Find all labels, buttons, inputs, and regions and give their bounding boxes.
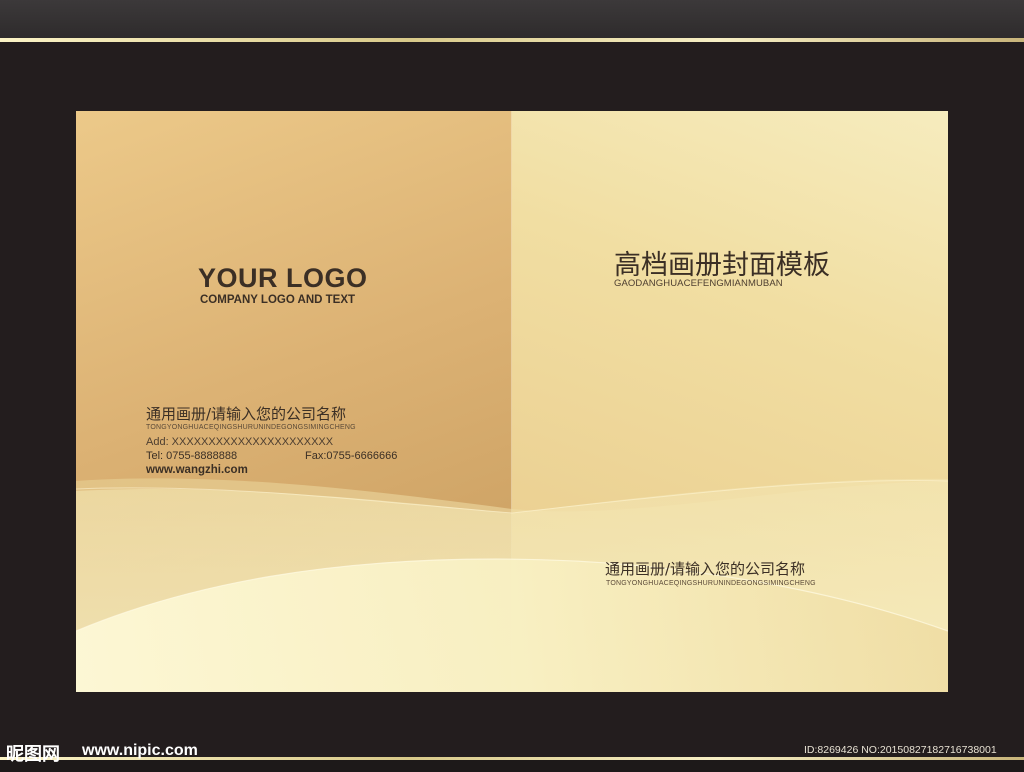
front-company-name: 通用画册/请输入您的公司名称 — [605, 560, 806, 578]
tel-text: Tel: 0755-8888888 — [146, 450, 238, 462]
wave-decoration — [76, 478, 948, 692]
gold-border-top — [0, 38, 1024, 42]
logo-subtitle: COMPANY LOGO AND TEXT — [200, 294, 356, 306]
watermark-site-url: www.nipic.com — [82, 742, 198, 759]
back-company-name: 通用画册/请输入您的公司名称 — [146, 405, 347, 423]
cover-title-pinyin: GAODANGHUACEFENGMIANMUBAN — [614, 278, 783, 289]
address-text: Add: XXXXXXXXXXXXXXXXXXXXXX — [146, 436, 334, 448]
logo-title: YOUR LOGO — [198, 263, 368, 293]
watermark-site-logo: 昵图网 — [6, 744, 60, 765]
bottom-frame-bar — [0, 760, 1024, 772]
cover-title: 高档画册封面模板 — [614, 250, 830, 281]
brochure-spread: YOUR LOGO COMPANY LOGO AND TEXT 通用画册/请输入… — [76, 111, 948, 692]
top-frame-bar — [0, 0, 1024, 38]
back-company-pinyin: TONGYONGHUACEQINGSHURUNINDEGONGSIMINGCHE… — [146, 424, 356, 431]
website-text: www.wangzhi.com — [146, 464, 248, 476]
fax-text: Fax:0755-6666666 — [305, 450, 398, 462]
front-company-pinyin: TONGYONGHUACEQINGSHURUNINDEGONGSIMINGCHE… — [606, 580, 816, 587]
watermark-image-id: ID:8269426 NO:20150827182716738001 — [804, 744, 997, 756]
